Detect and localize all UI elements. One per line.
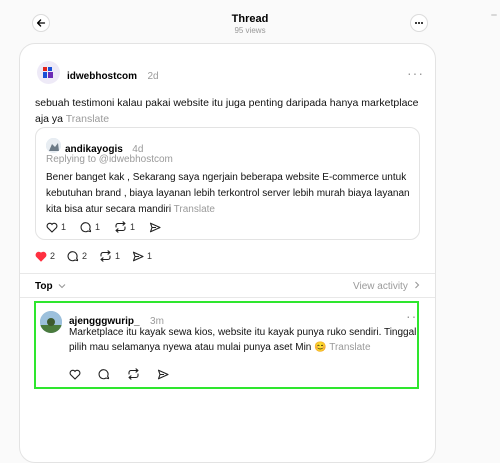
reply-actions [69, 368, 169, 380]
like-button[interactable] [69, 369, 81, 380]
repost-icon [100, 250, 111, 262]
like-count: 1 [61, 222, 67, 232]
send-icon [157, 369, 169, 379]
repost-count: 1 [130, 222, 136, 232]
repost-icon [115, 221, 126, 233]
heart-filled-icon [35, 251, 47, 262]
like-button[interactable]: 2 [35, 251, 55, 262]
scroll-indicator [491, 14, 497, 16]
send-icon [149, 222, 161, 232]
chevron-down-icon [58, 284, 66, 289]
divider [20, 273, 435, 274]
post-meta: idwebhostcom 2d [67, 66, 159, 84]
repost-button[interactable]: 1 [99, 250, 120, 262]
share-button[interactable] [149, 222, 161, 233]
translate-link[interactable]: Translate [174, 204, 215, 215]
translate-link[interactable]: Translate [329, 342, 370, 353]
reply-button[interactable]: 1 [80, 221, 100, 233]
reply-text: Marketplace itu kayak sewa kios, website… [69, 327, 417, 353]
heart-icon [46, 222, 58, 233]
repost-button[interactable]: 1 [114, 221, 135, 233]
repost-icon [128, 368, 139, 380]
avatar[interactable] [40, 311, 62, 333]
comment-icon [67, 251, 79, 262]
quoted-text: Bener banget kak , Sekarang saya ngerjai… [46, 172, 410, 215]
translate-link[interactable]: Translate [66, 113, 109, 125]
reply-button[interactable]: 2 [67, 250, 87, 262]
username[interactable]: idwebhostcom [67, 71, 137, 82]
idwebhost-logo-icon [43, 67, 53, 78]
replying-to: Replying to @idwebhostcom [46, 154, 173, 165]
reply-count: 1 [95, 222, 101, 232]
repost-button[interactable] [127, 368, 140, 380]
reply-more-button[interactable]: ·· [406, 309, 417, 323]
post-text: sebuah testimoni kalau pakai website itu… [35, 97, 419, 125]
reply-post[interactable]: ajengggwurip_ 3m ·· Marketplace itu kaya… [34, 301, 419, 389]
send-icon [132, 251, 144, 261]
repost-count: 1 [115, 251, 121, 261]
comment-icon [80, 222, 92, 233]
sort-label: Top [35, 281, 53, 292]
timestamp: 2d [147, 71, 159, 82]
like-count: 2 [50, 251, 56, 261]
post-actions: 2 2 1 1 [35, 250, 152, 262]
share-count: 1 [147, 251, 153, 261]
view-activity-label: View activity [353, 281, 408, 292]
quoted-actions: 1 1 1 [46, 221, 161, 233]
heart-icon [69, 369, 81, 380]
chevron-right-icon [414, 281, 419, 289]
share-button[interactable] [157, 369, 169, 380]
avatar-image-icon [46, 138, 61, 153]
thread-menu-button[interactable] [410, 14, 428, 32]
quoted-post[interactable]: andikayogis 4d Replying to @idwebhostcom… [35, 127, 420, 240]
avatar[interactable] [37, 61, 60, 84]
post-more-button[interactable]: ··· [407, 66, 424, 80]
comment-icon [98, 369, 110, 380]
reply-count: 2 [82, 251, 88, 261]
avatar[interactable] [46, 138, 61, 153]
more-icon [415, 22, 423, 24]
share-button[interactable]: 1 [132, 251, 152, 262]
sort-dropdown[interactable]: Top [35, 281, 66, 292]
reply-button[interactable] [98, 368, 110, 380]
view-activity-link[interactable]: View activity [353, 281, 420, 292]
avatar-image-icon [40, 311, 62, 333]
divider [20, 297, 435, 298]
thread-card: idwebhostcom 2d ··· sebuah testimoni kal… [19, 43, 436, 463]
like-button[interactable]: 1 [46, 222, 66, 233]
